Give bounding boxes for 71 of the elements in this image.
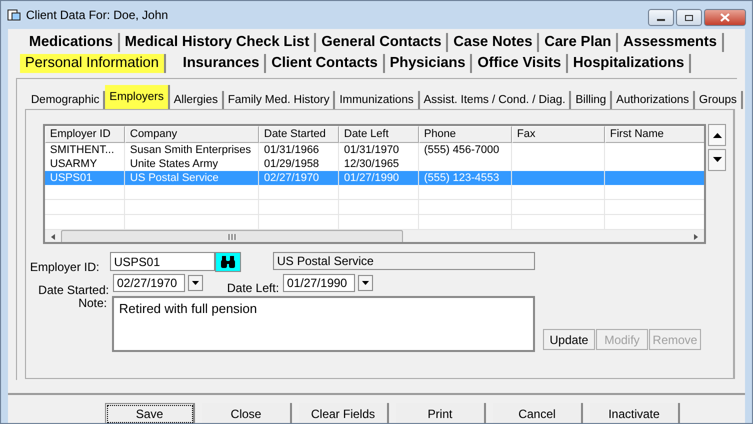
move-down-button[interactable] bbox=[708, 149, 726, 171]
date-left-field[interactable]: 01/27/1990 bbox=[283, 274, 356, 292]
tab[interactable]: Medical History Check List bbox=[120, 32, 316, 52]
tab[interactable]: Office Visits bbox=[472, 54, 568, 72]
grip-icon bbox=[228, 234, 236, 240]
field-label: Employer ID: bbox=[30, 259, 100, 274]
column-header[interactable]: Date Left bbox=[339, 126, 419, 143]
tab[interactable]: Personal Information bbox=[20, 54, 166, 72]
tab[interactable]: Client Contacts bbox=[266, 54, 385, 72]
tab[interactable]: Authorizations bbox=[612, 91, 696, 109]
dropdown-button[interactable] bbox=[188, 275, 203, 291]
company-field[interactable]: US Postal Service bbox=[273, 252, 535, 270]
column-header[interactable]: Date Started bbox=[259, 126, 339, 143]
caret-icon bbox=[362, 281, 370, 285]
tab[interactable]: Physicians bbox=[384, 54, 472, 72]
tab[interactable]: Employers bbox=[105, 85, 170, 109]
field-label: Date Started: bbox=[37, 282, 110, 297]
column-header[interactable]: Employer ID bbox=[45, 126, 125, 143]
tab[interactable]: Case Notes bbox=[448, 32, 540, 52]
column-header[interactable]: First Name bbox=[605, 126, 704, 143]
tab[interactable]: Care Plan bbox=[539, 32, 618, 52]
maximize-button[interactable] bbox=[676, 9, 702, 26]
binoculars-icon bbox=[220, 256, 236, 268]
employer-id-field[interactable]: USPS01 bbox=[110, 252, 215, 271]
field-label: Date Left: bbox=[226, 280, 280, 295]
table-cell: (555) 456-7000 bbox=[419, 143, 512, 157]
tab[interactable]: Family Med. History bbox=[224, 91, 336, 109]
column-header[interactable]: Fax bbox=[512, 126, 605, 143]
scroll-right-icon[interactable] bbox=[692, 233, 700, 241]
table-cell: SMITHENT... bbox=[45, 143, 125, 157]
caret-icon bbox=[192, 281, 199, 285]
tab[interactable]: Medications bbox=[24, 32, 120, 52]
tab[interactable]: Allergies bbox=[170, 91, 224, 109]
app-icon bbox=[7, 8, 21, 22]
tab[interactable]: Hospitalizations bbox=[568, 54, 692, 72]
tab[interactable]: Billing bbox=[571, 91, 612, 109]
column-header[interactable]: Phone bbox=[419, 126, 512, 143]
tab[interactable]: Insurances bbox=[178, 54, 266, 72]
close-icon bbox=[720, 13, 730, 22]
action-button[interactable]: Save bbox=[105, 403, 195, 423]
table-cell: 02/27/1970 bbox=[259, 171, 339, 185]
down-arrow-icon bbox=[712, 157, 722, 163]
find-button[interactable] bbox=[215, 252, 241, 272]
table-cell: 01/31/1966 bbox=[259, 143, 339, 157]
note-field[interactable]: Retired with full pension bbox=[112, 296, 535, 352]
table-cell: USPS01 bbox=[45, 171, 125, 185]
horizontal-scrollbar[interactable] bbox=[45, 230, 704, 242]
minimize-button[interactable] bbox=[648, 9, 674, 26]
table-row[interactable]: SMITHENT... Susan Smith Enterprises 01/31/1966 01/31/1970 (555) 456-7000 bbox=[45, 143, 704, 157]
table-cell: Susan Smith Enterprises bbox=[125, 143, 259, 157]
table-cell: 01/31/1970 bbox=[339, 143, 419, 157]
table-cell: 01/27/1990 bbox=[339, 171, 419, 185]
table-cell: (555) 123-4553 bbox=[419, 171, 512, 185]
window-title: Client Data For: Doe, John bbox=[26, 8, 168, 22]
up-arrow-icon bbox=[712, 132, 722, 138]
tab[interactable]: Groups bbox=[695, 91, 743, 109]
tab[interactable]: Assist. Items / Cond. / Diag. bbox=[420, 91, 572, 109]
date-started-field[interactable]: 02/27/1970 bbox=[113, 274, 185, 292]
close-button[interactable] bbox=[704, 9, 746, 26]
column-header[interactable]: Company bbox=[125, 126, 259, 143]
table-cell: US Postal Service bbox=[125, 171, 259, 185]
tab[interactable]: Immunizations bbox=[335, 91, 420, 109]
scroll-left-icon[interactable] bbox=[49, 233, 57, 241]
tab[interactable]: Assessments bbox=[618, 32, 724, 52]
maximize-icon bbox=[684, 14, 694, 22]
form-button[interactable]: Update bbox=[543, 329, 595, 350]
field-label: Note: bbox=[77, 296, 108, 310]
dropdown-button[interactable] bbox=[358, 275, 374, 291]
scroll-thumb[interactable] bbox=[61, 230, 403, 242]
tab[interactable]: General Contacts bbox=[316, 32, 448, 52]
move-up-button[interactable] bbox=[708, 124, 726, 146]
